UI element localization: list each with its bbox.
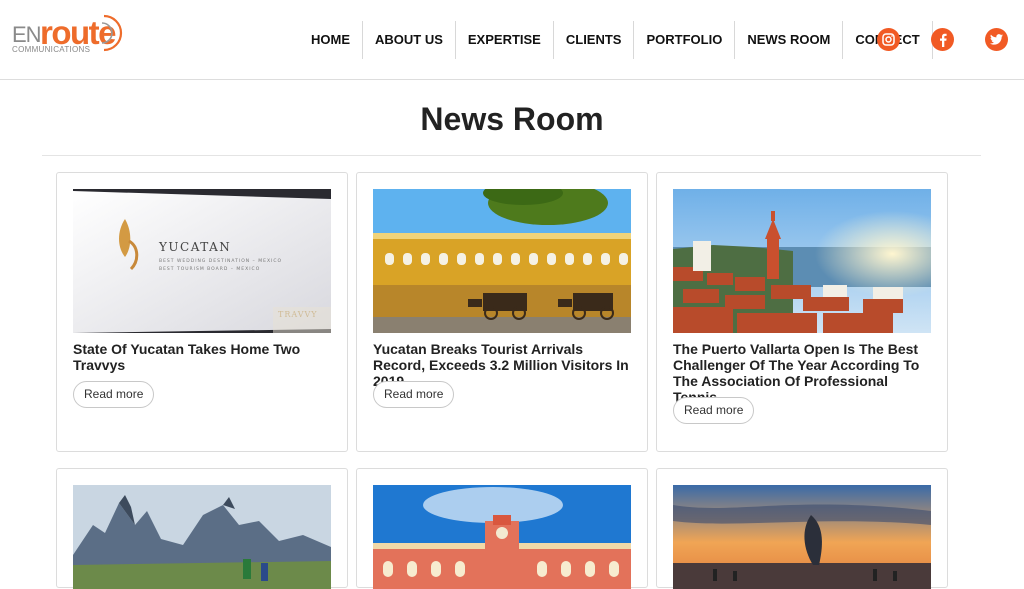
- nav-portfolio[interactable]: PORTFOLIO: [634, 21, 736, 59]
- facebook-icon[interactable]: [931, 28, 954, 51]
- logo-subtitle: COMMUNICATIONS: [12, 45, 91, 54]
- article-card-yucatan-record: Yucatan Breaks Tourist Arrivals Record, …: [356, 172, 648, 452]
- nav-news-room[interactable]: NEWS ROOM: [735, 21, 844, 59]
- article-title[interactable]: The Puerto Vallarta Open Is The Best Cha…: [673, 341, 935, 405]
- article-card: [56, 468, 348, 589]
- article-card-puerto-vallarta-open: The Puerto Vallarta Open Is The Best Cha…: [656, 172, 948, 452]
- article-card: [356, 468, 648, 589]
- article-image-puerto-vallarta[interactable]: [673, 189, 931, 333]
- article-image-izamal-convent[interactable]: [373, 189, 631, 333]
- nav-home[interactable]: HOME: [299, 21, 363, 59]
- yucatan-logo-text: YUCATAN: [158, 240, 231, 254]
- article-image-malecon-sunset[interactable]: [673, 485, 931, 589]
- read-more-button[interactable]: Read more: [373, 381, 455, 408]
- article-card-yucatan-travvys: YUCATAN BEST WEDDING DESTINATION – MEXIC…: [56, 172, 348, 452]
- article-image-patagonia[interactable]: [73, 485, 331, 589]
- instagram-icon[interactable]: [877, 28, 900, 51]
- article-image-colonial-building[interactable]: [373, 485, 631, 589]
- twitter-icon[interactable]: [985, 28, 1008, 51]
- award-line-1: BEST WEDDING DESTINATION – MEXICO: [159, 258, 282, 264]
- nav-clients[interactable]: CLIENTS: [554, 21, 635, 59]
- read-more-button[interactable]: Read more: [673, 397, 755, 424]
- nav-about-us[interactable]: ABOUT US: [363, 21, 456, 59]
- article-title[interactable]: State Of Yucatan Takes Home Two Travvys: [73, 341, 335, 373]
- article-card: [656, 468, 948, 589]
- title-divider: [42, 155, 981, 156]
- article-image-yucatan-award[interactable]: YUCATAN BEST WEDDING DESTINATION – MEXIC…: [73, 189, 331, 333]
- logo-ring-icon: [101, 14, 123, 52]
- main-nav: HOME ABOUT US EXPERTISE CLIENTS PORTFOLI…: [299, 21, 933, 59]
- read-more-button[interactable]: Read more: [73, 381, 155, 408]
- page-title: News Room: [420, 101, 604, 137]
- award-line-2: BEST TOURISM BOARD – MEXICO: [159, 266, 260, 272]
- site-header: EN route COMMUNICATIONS HOME ABOUT US EX…: [0, 0, 1024, 80]
- site-logo[interactable]: EN route COMMUNICATIONS: [12, 12, 132, 57]
- nav-expertise[interactable]: EXPERTISE: [456, 21, 554, 59]
